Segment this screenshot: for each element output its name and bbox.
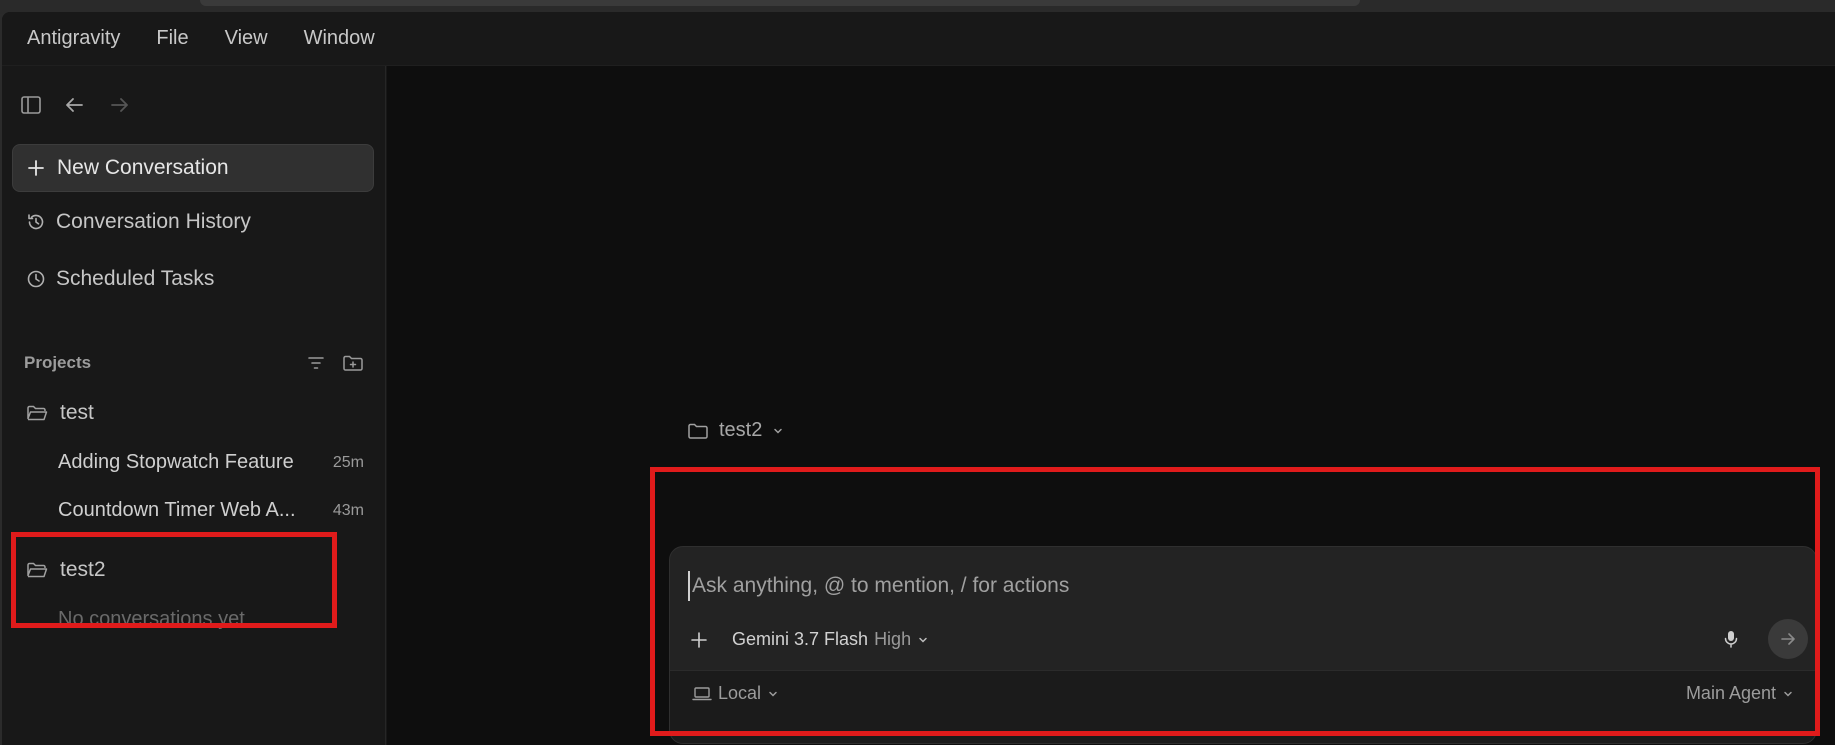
filter-icon[interactable] [306,353,326,373]
model-selector[interactable]: Gemini 3.7 Flash High [732,629,929,650]
sidebar-item-scheduled-tasks[interactable]: Scheduled Tasks [26,267,214,291]
menu-file[interactable]: File [156,27,188,50]
chevron-down-icon [917,634,929,646]
model-level: High [874,629,912,649]
mode-label: Local [718,683,762,703]
sidebar-item-conversation-history[interactable]: Conversation History [26,210,251,234]
prompt-input[interactable] [688,571,1688,601]
send-button[interactable] [1768,619,1808,659]
history-icon [26,212,46,232]
back-arrow-icon[interactable] [64,94,86,116]
conversation-age: 25m [332,453,364,471]
chevron-down-icon [772,425,784,437]
chevron-down-icon [1782,688,1794,700]
conversation-age: 43m [332,501,364,519]
menu-view[interactable]: View [225,27,268,50]
sidebar-toggle-icon[interactable] [20,94,42,116]
conversation-title: Adding Stopwatch Feature [58,451,294,473]
chevron-down-icon [767,688,779,700]
list-item[interactable]: Countdown Timer Web A... 43m [58,499,364,522]
workspace-selector[interactable]: test2 [687,419,784,442]
plus-icon [27,159,45,177]
laptop-icon [692,686,712,702]
folder-open-icon [26,561,48,579]
composer: Gemini 3.7 Flash High Loca [669,546,1817,744]
projects-header: Projects [24,353,364,373]
sidebar-toolbar [20,94,130,116]
new-folder-icon[interactable] [342,353,364,373]
projects-actions [306,353,364,373]
project-name: test [60,401,94,424]
conversation-title: Countdown Timer Web A... [58,499,296,521]
add-attachment-icon[interactable] [690,631,708,649]
mode-selector[interactable]: Local [692,683,779,704]
project-test[interactable]: test [26,401,94,425]
projects-title: Projects [24,353,92,372]
empty-state-text: No conversations yet [58,608,245,630]
composer-tools: Gemini 3.7 Flash High [690,629,929,650]
arrow-right-icon [1779,630,1797,648]
new-conversation-label: New Conversation [57,156,229,179]
sidebar-item-label: Scheduled Tasks [56,267,215,290]
menu-antigravity[interactable]: Antigravity [27,27,120,50]
window-tab [200,0,1360,6]
composer-actions [1722,619,1808,659]
workspace-name: test2 [719,419,763,441]
list-item[interactable]: Adding Stopwatch Feature 25m [58,451,364,474]
app-window: Antigravity File View Window New Convers… [2,12,1835,745]
agent-selector[interactable]: Main Agent [1686,683,1794,704]
composer-footer: Local Main Agent [670,670,1816,743]
menu-bar: Antigravity File View Window [2,12,1835,66]
project-test2[interactable]: test2 [26,558,106,582]
menu-window[interactable]: Window [304,27,375,50]
project-name: test2 [60,558,106,581]
agent-label: Main Agent [1685,683,1776,703]
forward-arrow-icon[interactable] [108,94,130,116]
microphone-icon[interactable] [1722,629,1740,649]
model-name: Gemini 3.7 Flash [732,629,869,649]
new-conversation-button[interactable]: New Conversation [12,144,374,192]
clock-icon [26,269,46,289]
sidebar-item-label: Conversation History [56,210,251,233]
sidebar: New Conversation Conversation History Sc… [2,66,386,745]
folder-icon [687,422,709,440]
folder-open-icon [26,404,48,422]
